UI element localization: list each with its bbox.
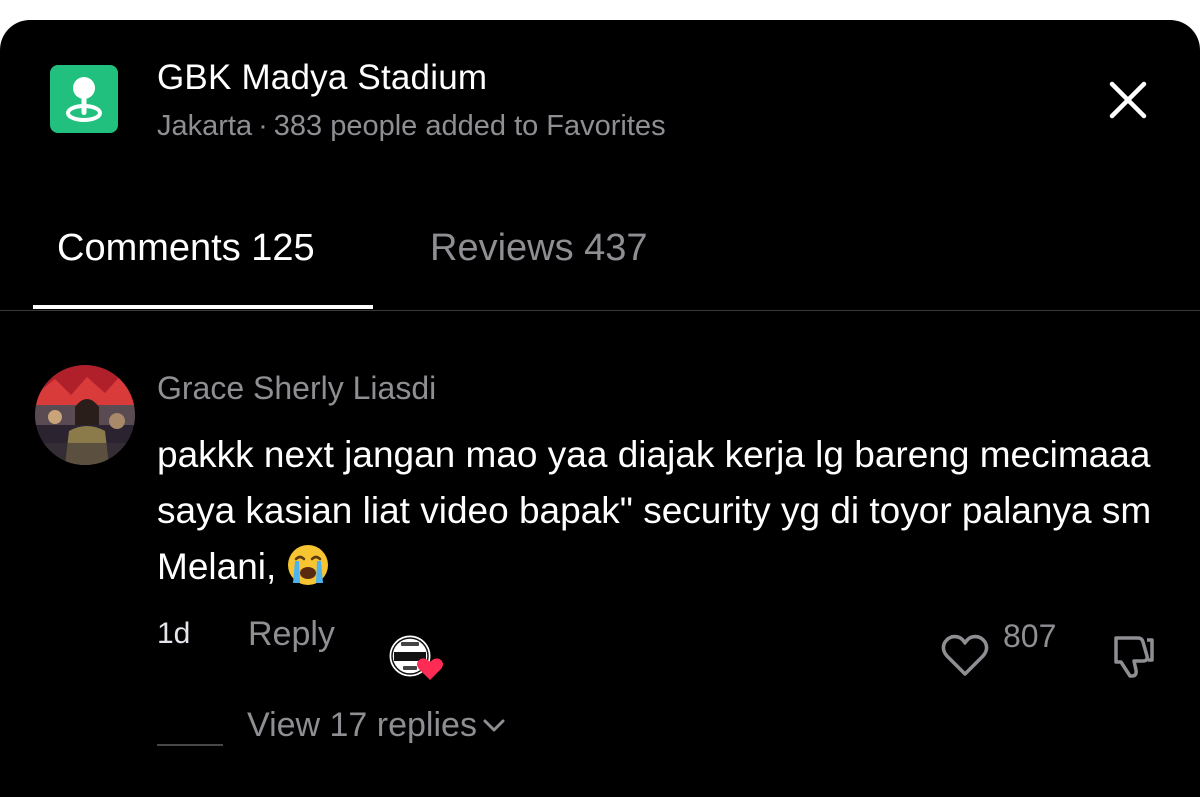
close-button[interactable] [1103,75,1153,125]
comment-body: pakkk next jangan mao yaa diajak kerja l… [157,427,1177,595]
dislike-thumb-icon[interactable] [1108,632,1156,680]
active-tab-indicator [33,305,373,309]
replies-divider-line [157,744,223,746]
view-replies-label: View 17 replies [247,706,477,744]
comment-time: 1d [157,617,191,650]
tab-reviews[interactable]: Reviews 437 [430,227,648,270]
favorites-count: 383 people added to Favorites [273,110,666,142]
like-count: 807 [1003,618,1057,654]
creator-liked-badge [388,634,444,682]
place-comments-sheet: GBK Madya Stadium Jakarta · 383 people add… [0,20,1200,797]
subtitle-separator: · [258,110,268,142]
loudly-crying-face-emoji [288,545,329,585]
view-replies-button[interactable]: View 17 replies [247,706,505,745]
avatar[interactable] [35,365,135,465]
tab-comments[interactable]: Comments 125 [57,227,315,270]
tabs-divider [0,310,1200,311]
reply-button[interactable]: Reply [248,615,335,654]
place-subtitle: Jakarta · 383 people added to Favorites [157,110,666,143]
place-title: GBK Madya Stadium [157,58,488,97]
chevron-down-icon [483,719,505,732]
place-city: Jakarta [157,110,253,142]
like-heart-icon[interactable] [941,633,989,677]
location-pin-icon [50,65,118,133]
comment-username[interactable]: Grace Sherly Liasdi [157,370,436,407]
close-icon [1109,81,1147,119]
